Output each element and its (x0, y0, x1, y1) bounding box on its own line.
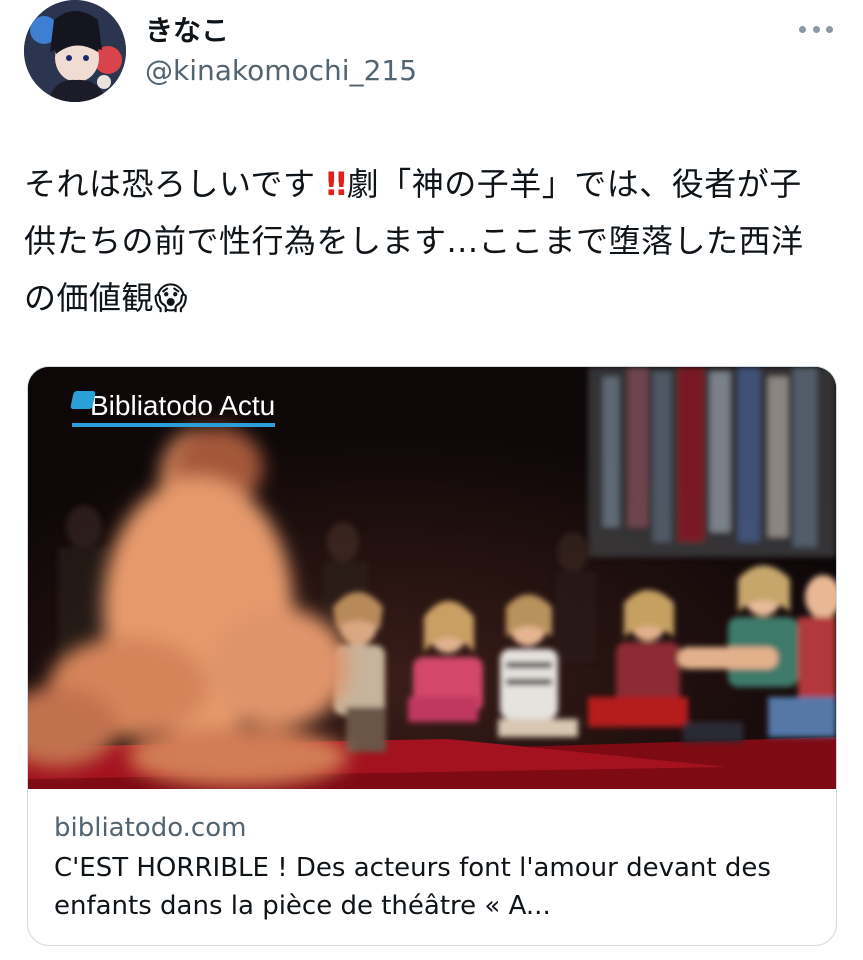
theater-stage-photo[interactable]: Bibliatodo Actu (28, 367, 836, 789)
tweet-text-part-1: それは恐ろしいです (24, 165, 316, 203)
avatar[interactable] (24, 0, 126, 102)
link-card[interactable]: Bibliatodo Actu bibliatodo.com C'EST HOR… (27, 366, 837, 946)
card-watermark: Bibliatodo Actu (70, 390, 276, 427)
card-domain: bibliatodo.com (54, 813, 247, 843)
scream-emoji-icon: 😱 (154, 279, 188, 317)
bibliatodo-logo-icon (70, 391, 96, 409)
tweet: きなこ @kinakomochi_215 それは恐ろしいです ‼劇「神の子羊」で… (0, 0, 863, 960)
tweet-text: それは恐ろしいです ‼劇「神の子羊」では、役者が子供たちの前で性行為をします..… (24, 156, 834, 327)
watermark-text: Bibliatodo Actu (90, 390, 276, 421)
card-title[interactable]: C'EST HORRIBLE ! Des acteurs font l'amou… (54, 849, 810, 925)
alert-emoji-icon: ‼ (326, 165, 347, 203)
card-meta[interactable]: bibliatodo.com C'EST HORRIBLE ! Des acte… (28, 789, 836, 925)
more-horizontal-icon[interactable] (799, 22, 833, 36)
display-name[interactable]: きなこ (145, 14, 229, 48)
user-handle[interactable]: @kinakomochi_215 (145, 54, 417, 88)
